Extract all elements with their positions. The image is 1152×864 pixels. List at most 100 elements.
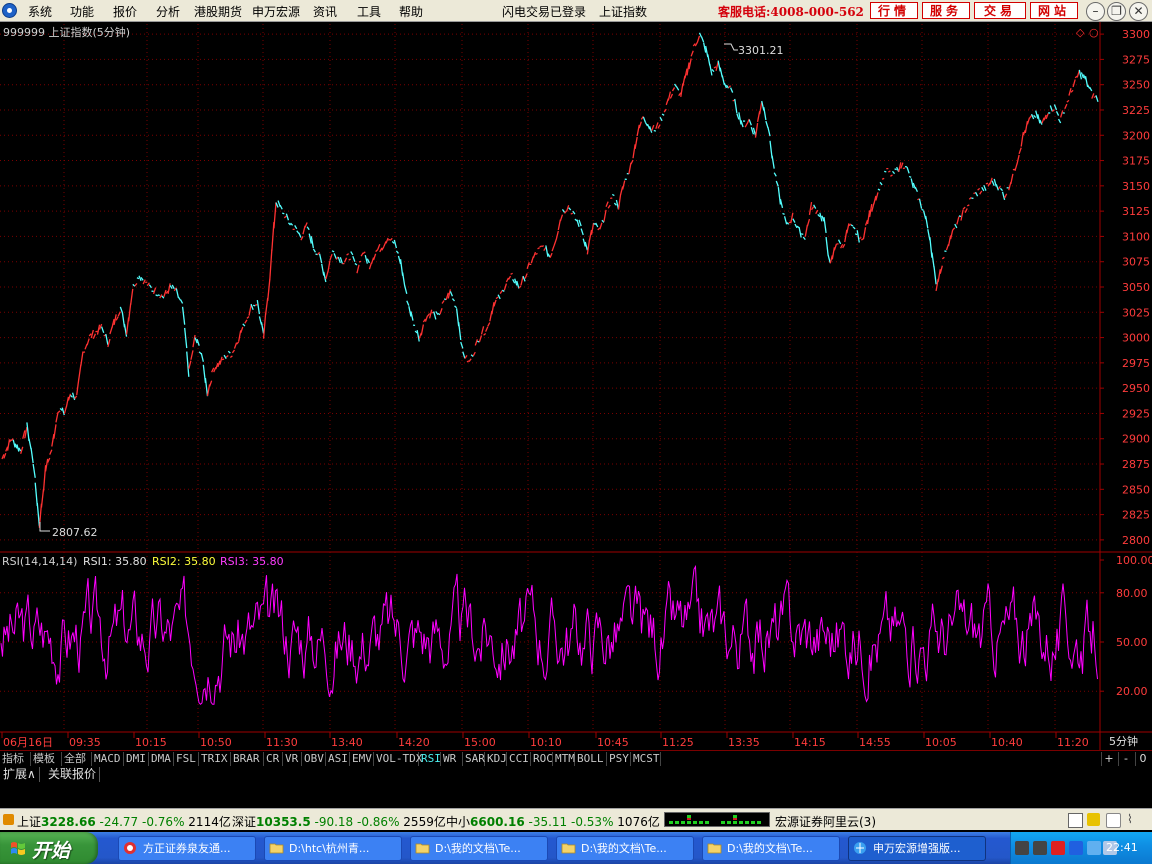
- sh-index[interactable]: 上证3228.66 -24.77 -0.76% 2114亿: [17, 813, 231, 830]
- indicator-tab-trix[interactable]: TRIX: [199, 752, 231, 766]
- price-segment: [454, 305, 458, 309]
- close-icon[interactable]: ✕: [1129, 2, 1148, 21]
- antivirus-icon[interactable]: [1051, 841, 1065, 855]
- monitor-icon[interactable]: [1033, 841, 1047, 855]
- indicator-tab-asi[interactable]: ASI: [326, 752, 350, 766]
- indicator-tab-dma[interactable]: DMA: [149, 752, 174, 766]
- price-segment: [829, 255, 833, 264]
- indicator-tab-[interactable]: 模板: [31, 752, 62, 766]
- price-tick-label: 2800: [1122, 534, 1150, 547]
- period-label[interactable]: 5分钟: [1109, 734, 1138, 748]
- price-segment: [236, 341, 240, 345]
- indicator-tab-wr[interactable]: WR: [441, 752, 463, 766]
- task-folder-docs-3[interactable]: D:\我的文档\Te...: [702, 836, 840, 861]
- start-button[interactable]: 开始: [0, 832, 98, 864]
- expand-tab[interactable]: 扩展∧: [0, 767, 40, 782]
- price-segment: [954, 223, 958, 229]
- menu-item-analysis[interactable]: 分析: [156, 3, 180, 20]
- info-icon[interactable]: [1106, 813, 1121, 828]
- indicator-tab-mtm[interactable]: MTM: [553, 752, 575, 766]
- indicator-tab-[interactable]: 全部: [62, 752, 92, 766]
- indicator-tab-vr[interactable]: VR: [283, 752, 302, 766]
- price-segment: [817, 213, 821, 218]
- keyboard-icon[interactable]: [1015, 841, 1029, 855]
- indicator-tab-cr[interactable]: CR: [264, 752, 283, 766]
- restore-icon[interactable]: ❐: [1107, 2, 1126, 21]
- price-segment: [765, 120, 769, 128]
- indicator-tab-emv[interactable]: EMV: [350, 752, 374, 766]
- related-quote-tab[interactable]: 关联报价: [45, 767, 101, 782]
- menu-item-function[interactable]: 功能: [70, 3, 94, 20]
- price-segment: [401, 272, 406, 287]
- price-segment: [1060, 110, 1064, 118]
- price-segment: [377, 243, 381, 250]
- trade-button[interactable]: 交易: [974, 2, 1026, 19]
- service-button[interactable]: 服务: [922, 2, 970, 19]
- indicator-tab-sar[interactable]: SAR: [463, 752, 485, 766]
- indicator-tab-boll[interactable]: BOLL: [575, 752, 607, 766]
- price-segment: [352, 255, 356, 263]
- indicator-tab-psy[interactable]: PSY: [607, 752, 631, 766]
- kline-chart[interactable]: 999999 上证指数(5分钟) ◇ ○ 3301.21 2807.62 330…: [0, 22, 1152, 750]
- windows-flag-icon: [11, 842, 25, 855]
- price-segment: [790, 212, 794, 224]
- task-folder-docs-2[interactable]: D:\我的文档\Te...: [556, 836, 694, 861]
- menu-item-hk-futures[interactable]: 港股期货: [194, 3, 242, 20]
- indicator-tab-mcst[interactable]: MCST: [631, 752, 661, 766]
- indicator-tab-obv[interactable]: OBV: [302, 752, 326, 766]
- task-founder-securities[interactable]: 方正证券泉友通...: [118, 836, 256, 861]
- menu-item-swhy[interactable]: 申万宏源: [252, 3, 300, 20]
- rsi-name: RSI(14,14,14): [2, 555, 77, 568]
- start-label: 开始: [32, 840, 71, 862]
- price-segment: [1026, 117, 1031, 125]
- indicator-tab-rsi[interactable]: RSI: [419, 752, 441, 766]
- diamond-icon[interactable]: ◇: [1076, 26, 1085, 39]
- indicator-tab-cci[interactable]: CCI: [507, 752, 531, 766]
- time-tick-label: 10:15: [135, 736, 167, 749]
- task-folder-htc[interactable]: D:\htc\杭州青...: [264, 836, 402, 861]
- zx-index[interactable]: 中小6600.16 -35.11 -0.53% 1076亿: [446, 813, 660, 830]
- menu-item-system[interactable]: 系统: [28, 3, 52, 20]
- price-segment: [478, 335, 483, 343]
- bluetooth-icon[interactable]: [1087, 841, 1101, 855]
- market-button[interactable]: 行情: [870, 2, 918, 19]
- high-price-label: 3301.21: [738, 44, 784, 57]
- menu-item-help[interactable]: 帮助: [399, 3, 423, 20]
- price-segment: [671, 87, 676, 92]
- antenna-icon[interactable]: ⌇: [1127, 812, 1141, 827]
- minimize-icon[interactable]: –: [1086, 2, 1105, 21]
- indicator-tab-kdj[interactable]: KDJ: [485, 752, 507, 766]
- price-segment: [902, 167, 906, 170]
- network-icon[interactable]: [1069, 841, 1083, 855]
- server-name[interactable]: 宏源证券阿里云(3): [775, 813, 876, 830]
- rsi-axis: 100.00 80.00 50.00 20.00: [1100, 554, 1152, 698]
- indicator-tab-fsl[interactable]: FSL: [174, 752, 199, 766]
- lock-icon[interactable]: [1087, 813, 1100, 826]
- price-segment: [711, 69, 715, 73]
- sub-tab-bar: 扩展∧ 关联报价: [0, 766, 1152, 784]
- price-segment: [462, 351, 466, 359]
- sz-index[interactable]: 深证10353.5 -90.18 -0.86% 2559亿: [232, 813, 446, 830]
- price-segment: [537, 247, 540, 250]
- indicator-tab-dmi[interactable]: DMI: [124, 752, 149, 766]
- alert-icon[interactable]: [3, 814, 14, 825]
- website-button[interactable]: 网站: [1030, 2, 1078, 19]
- indicator-tab-brar[interactable]: BRAR: [231, 752, 264, 766]
- indicator-tab-voltdx[interactable]: VOL-TDX: [374, 752, 422, 766]
- price-tick-label: 3075: [1122, 256, 1150, 269]
- menu-item-tools[interactable]: 工具: [357, 3, 381, 20]
- indicator-tab-macd[interactable]: MACD: [92, 752, 124, 766]
- zoom-out-button[interactable]: -: [1118, 752, 1133, 766]
- crosshair-icon[interactable]: ○: [1089, 26, 1099, 39]
- menu-item-info[interactable]: 资讯: [313, 3, 337, 20]
- task-swhy-enhanced[interactable]: 申万宏源增强版...: [848, 836, 986, 861]
- indicator-tab-roc[interactable]: ROC: [531, 752, 553, 766]
- price-segment: [169, 285, 173, 290]
- window-icon[interactable]: [1068, 813, 1083, 828]
- task-folder-docs-1[interactable]: D:\我的文档\Te...: [410, 836, 548, 861]
- price-segment: [325, 271, 329, 280]
- reset-button[interactable]: 0: [1135, 752, 1150, 766]
- indicator-tab-[interactable]: 指标: [0, 752, 31, 766]
- zoom-in-button[interactable]: +: [1101, 752, 1116, 766]
- menu-item-quote[interactable]: 报价: [113, 3, 137, 20]
